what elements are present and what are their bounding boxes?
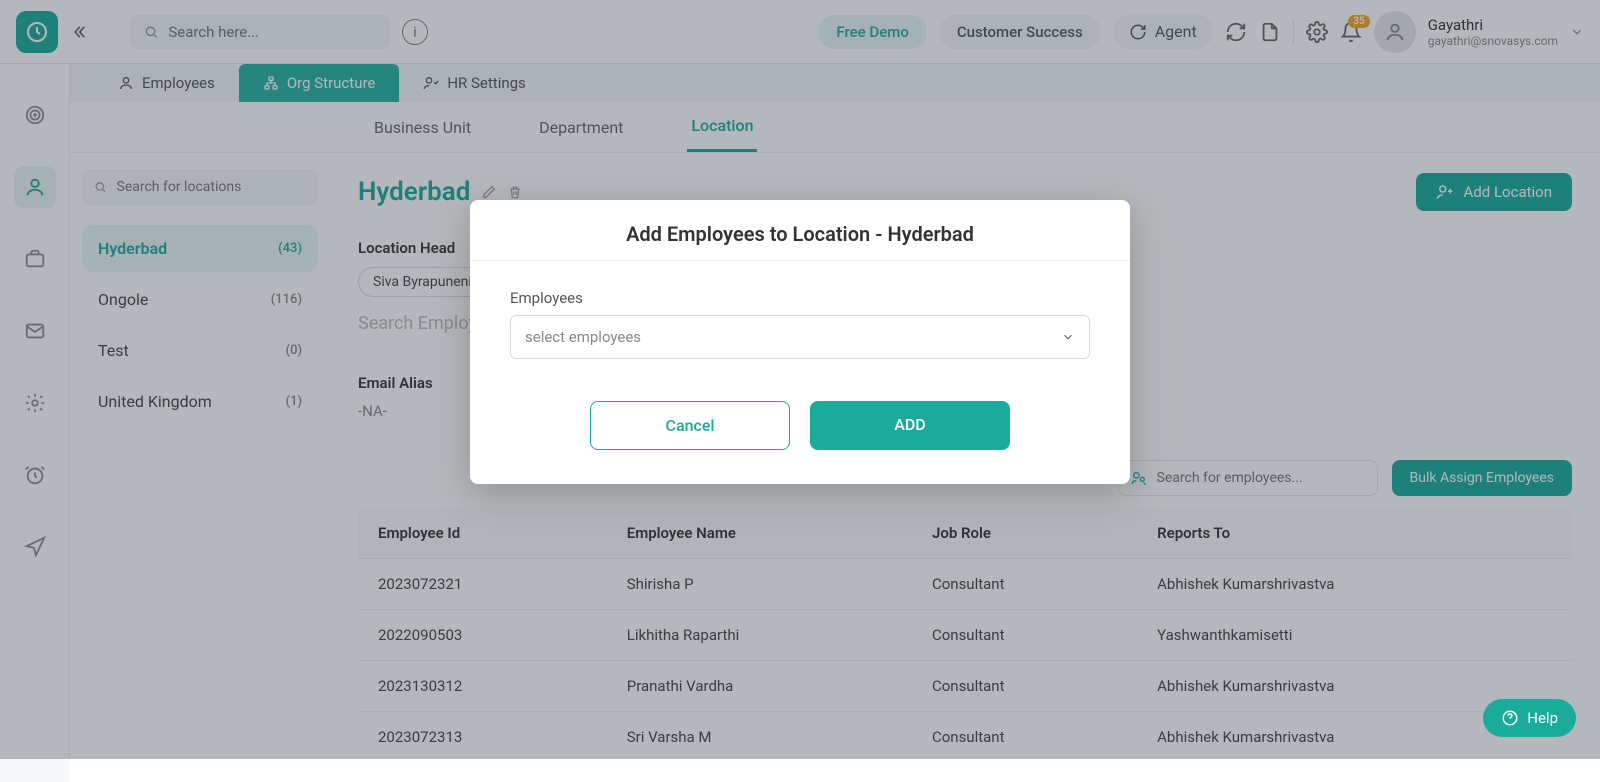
select-placeholder: select employees [525,328,641,346]
cancel-button[interactable]: Cancel [590,401,790,450]
modal-field-label: Employees [510,289,1090,307]
chevron-down-icon [1061,330,1075,344]
help-button[interactable]: Help [1483,699,1576,737]
help-label: Help [1527,709,1558,727]
add-employees-modal: Add Employees to Location - Hyderbad Emp… [470,200,1130,484]
modal-backdrop[interactable]: Add Employees to Location - Hyderbad Emp… [0,0,1600,759]
add-button[interactable]: ADD [810,401,1010,450]
modal-title: Add Employees to Location - Hyderbad [470,200,1130,261]
employees-select[interactable]: select employees [510,315,1090,359]
help-icon [1501,709,1519,727]
